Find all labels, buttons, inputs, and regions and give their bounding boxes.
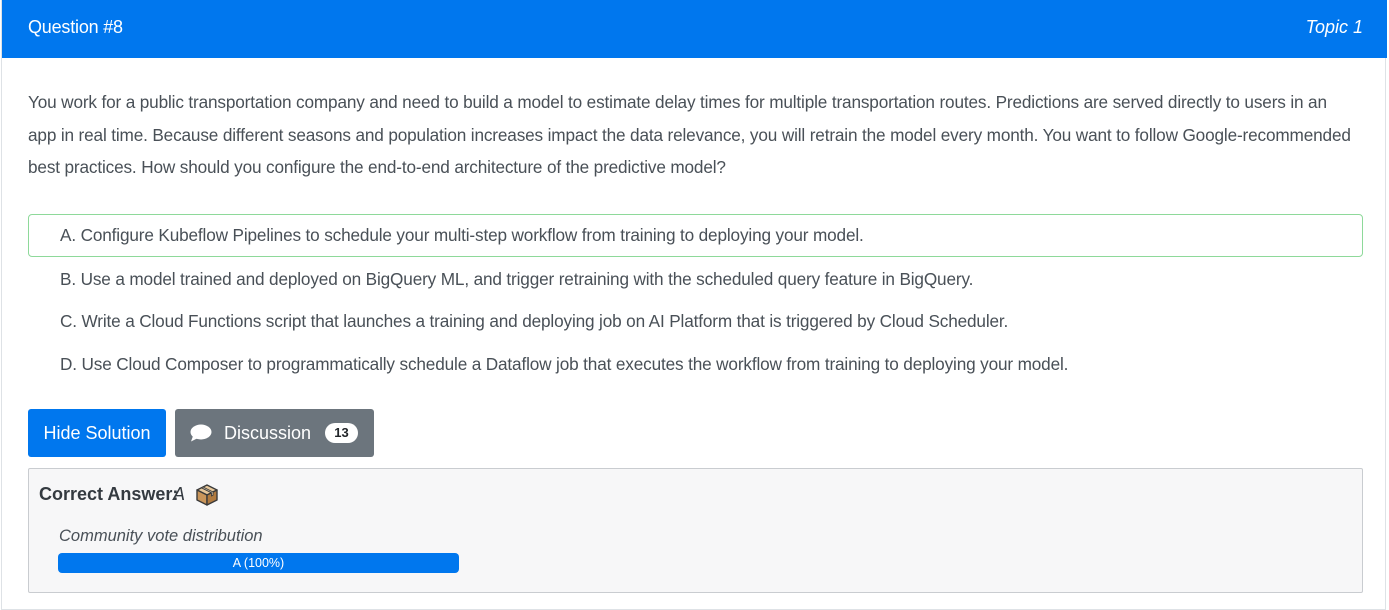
speech-bubble-icon (190, 424, 212, 442)
answer-panel: Correct Answer: A Community vote distrib… (28, 468, 1363, 593)
package-icon (196, 484, 218, 506)
discussion-button[interactable]: Discussion 13 (175, 409, 374, 457)
topic-label: Topic 1 (1305, 17, 1363, 37)
choice-letter: B. (60, 268, 76, 289)
discussion-count-badge: 13 (325, 423, 358, 443)
choice-text: Use a model trained and deployed on BigQ… (80, 268, 974, 289)
choices-list: A. Configure Kubeflow Pipelines to sched… (28, 214, 1363, 384)
discussion-label: Discussion (224, 423, 312, 443)
correct-answer-value: A (173, 484, 186, 504)
choice-letter: C. (60, 311, 77, 331)
card-header: Question #8 Topic 1 (2, 0, 1387, 58)
choice-b[interactable]: B. Use a model trained and deployed on B… (28, 257, 1363, 300)
choice-letter: D. (60, 353, 77, 374)
question-card: Question #8 Topic 1 You work for a publi… (1, 0, 1387, 610)
choice-letter: A. (60, 225, 76, 245)
vote-bar-fill-a: A (100%) (58, 553, 459, 573)
choice-text: Configure Kubeflow Pipelines to schedule… (80, 225, 864, 245)
choice-c[interactable]: C. Write a Cloud Functions script that l… (28, 299, 1363, 342)
choice-d[interactable]: D. Use Cloud Composer to programmaticall… (28, 342, 1363, 385)
vote-distribution-title: Community vote distribution (59, 527, 263, 545)
question-number: Question #8 (28, 17, 123, 37)
choice-a[interactable]: A. Configure Kubeflow Pipelines to sched… (28, 214, 1363, 257)
choice-text: Use Cloud Composer to programmatically s… (81, 353, 1069, 374)
hide-solution-button[interactable]: Hide Solution (28, 409, 166, 457)
vote-distribution-bar: A (100%) (58, 553, 459, 573)
choice-text: Write a Cloud Functions script that laun… (81, 311, 1009, 331)
correct-answer-label: Correct Answer: (39, 484, 179, 504)
question-text: You work for a public transportation com… (28, 92, 1351, 177)
